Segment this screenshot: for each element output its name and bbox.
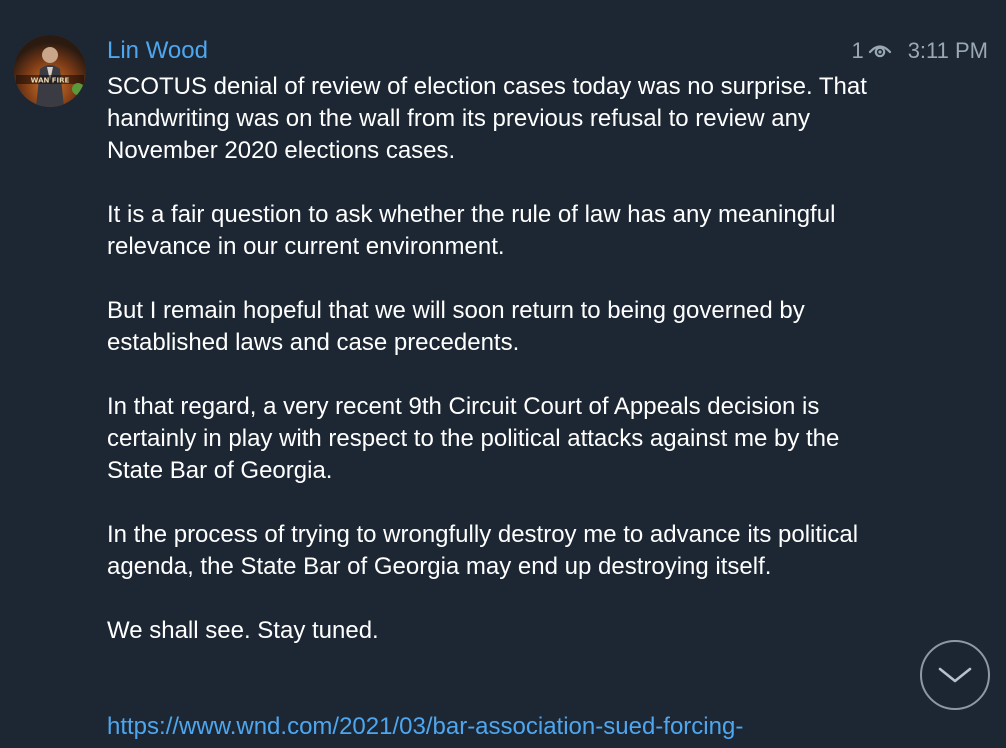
message-paragraph: We shall see. Stay tuned. xyxy=(107,617,379,644)
message-link[interactable]: https://www.wnd.com/2021/03/bar-associat… xyxy=(107,711,743,743)
message-paragraph: But I remain hopeful that we will soon r… xyxy=(107,297,805,356)
scroll-to-bottom-button[interactable] xyxy=(920,640,990,710)
svg-text:WAN FIRE: WAN FIRE xyxy=(31,77,70,85)
avatar[interactable]: WAN FIRE xyxy=(14,35,86,107)
message-paragraph: In that regard, a very recent 9th Circui… xyxy=(107,393,840,484)
sender-name[interactable]: Lin Wood xyxy=(107,36,208,66)
chevron-down-icon xyxy=(938,667,972,683)
message-time: 3:11 PM xyxy=(907,38,988,63)
message-meta: 1 3:11 PM xyxy=(851,36,988,66)
message-paragraph: SCOTUS denial of review of election case… xyxy=(107,73,867,164)
eye-icon xyxy=(868,41,892,61)
views-count: 1 xyxy=(851,38,864,63)
message-paragraph: It is a fair question to ask whether the… xyxy=(107,201,836,260)
channel-message: WAN FIRE Lin Wood 1 3:11 PM SCOTUS denia… xyxy=(0,0,1006,748)
message-text: SCOTUS denial of review of election case… xyxy=(107,71,867,679)
message-paragraph: In the process of trying to wrongfully d… xyxy=(107,521,859,580)
avatar-image: WAN FIRE xyxy=(14,35,86,107)
